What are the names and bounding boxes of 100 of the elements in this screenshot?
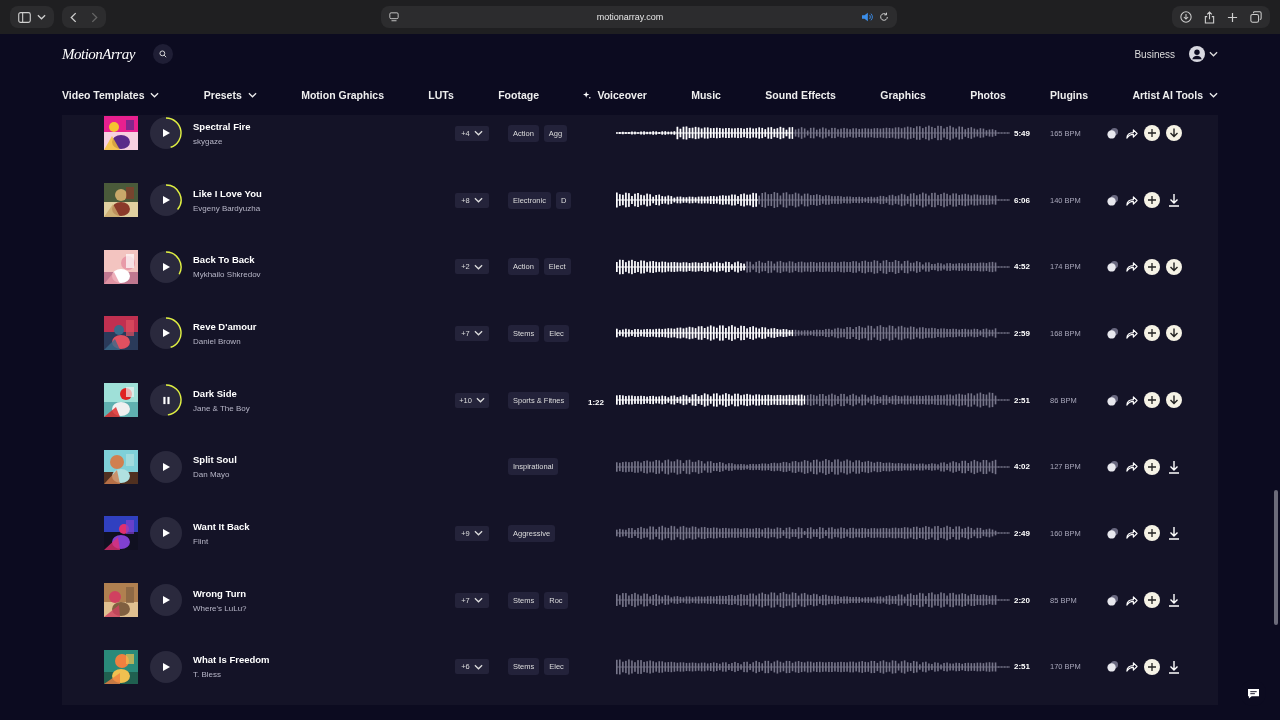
scrollbar[interactable] <box>1274 490 1278 625</box>
share-icon[interactable] <box>1125 526 1138 540</box>
waveform[interactable] <box>616 390 1010 411</box>
add-button[interactable] <box>1144 525 1160 542</box>
play-button[interactable] <box>150 250 182 283</box>
artist-name[interactable]: Daniel Brown <box>193 336 455 346</box>
artist-name[interactable]: Where's LuLu? <box>193 603 455 613</box>
stems-icon[interactable] <box>1106 260 1119 274</box>
share-icon[interactable] <box>1125 326 1138 340</box>
new-tab-icon[interactable] <box>1227 11 1238 23</box>
play-button[interactable] <box>150 450 182 483</box>
add-button[interactable] <box>1144 592 1160 609</box>
track-duration: 5:49 <box>1014 128 1031 138</box>
download-button[interactable] <box>1166 458 1182 475</box>
stems-icon[interactable] <box>1106 393 1119 407</box>
track-title[interactable]: Want It Back <box>193 520 455 532</box>
waveform[interactable] <box>616 323 1010 344</box>
play-button[interactable] <box>150 184 182 217</box>
download-button[interactable] <box>1166 392 1182 409</box>
add-button[interactable] <box>1144 325 1160 342</box>
play-button[interactable] <box>150 650 182 683</box>
search-icon <box>158 50 167 58</box>
chevron-icon <box>473 597 483 604</box>
stems-icon[interactable] <box>1106 526 1119 540</box>
play-button[interactable] <box>150 517 182 550</box>
download-button[interactable] <box>1166 592 1182 609</box>
speaker-icon[interactable] <box>861 12 873 22</box>
artist-name[interactable]: Mykhailo Shkredov <box>193 270 455 280</box>
share-icon[interactable] <box>1125 660 1138 674</box>
track-title[interactable]: Reve D'amour <box>193 320 455 332</box>
nav-item[interactable]: Presets <box>203 88 257 101</box>
nav-item[interactable]: Footage <box>498 88 540 101</box>
nav-item[interactable]: Music <box>691 88 721 101</box>
stems-icon[interactable] <box>1106 660 1119 674</box>
download-button[interactable] <box>1166 192 1182 209</box>
track-title[interactable]: Dark Side <box>193 387 455 399</box>
download-icon[interactable] <box>1180 11 1192 23</box>
progress-arc <box>165 117 182 149</box>
track-title[interactable]: Like I Love You <box>193 187 455 199</box>
waveform[interactable] <box>616 190 1010 211</box>
stems-icon[interactable] <box>1106 126 1119 140</box>
address-bar[interactable]: motionarray.com <box>381 6 897 28</box>
share-icon[interactable] <box>1125 393 1138 407</box>
artist-name[interactable]: Jane & The Boy <box>193 403 455 413</box>
stems-icon[interactable] <box>1106 193 1119 207</box>
add-button[interactable] <box>1144 458 1160 475</box>
artist-name[interactable]: skygaze <box>193 136 455 146</box>
nav-item[interactable]: Artist AI Tools <box>1132 88 1218 101</box>
chevron-icon <box>473 197 483 204</box>
share-icon[interactable] <box>1204 10 1215 24</box>
nav-item[interactable]: Graphics <box>880 88 926 101</box>
share-icon[interactable] <box>1125 593 1138 607</box>
track-title[interactable]: Back To Back <box>193 254 455 266</box>
add-button[interactable] <box>1144 392 1160 409</box>
add-button[interactable] <box>1144 125 1160 142</box>
artist-name[interactable]: Flint <box>193 536 455 546</box>
track-title[interactable]: Wrong Turn <box>193 587 455 599</box>
chevron-icon <box>1209 51 1218 57</box>
stems-icon[interactable] <box>1106 460 1119 474</box>
artist-name[interactable]: Dan Mayo <box>193 470 455 480</box>
nav-item[interactable]: Motion Graphics <box>301 88 384 101</box>
stems-icon[interactable] <box>1106 326 1119 340</box>
track-title[interactable]: What Is Freedom <box>193 654 455 666</box>
download-button[interactable] <box>1166 125 1182 142</box>
nav-item[interactable]: Photos <box>970 88 1006 101</box>
add-button[interactable] <box>1144 192 1160 209</box>
back-icon[interactable] <box>70 11 77 23</box>
track-title[interactable]: Spectral Fire <box>193 120 455 132</box>
stems-icon[interactable] <box>1106 593 1119 607</box>
download-button[interactable] <box>1166 325 1182 342</box>
reload-icon[interactable] <box>879 12 889 22</box>
share-icon[interactable] <box>1125 460 1138 474</box>
download-button[interactable] <box>1166 525 1182 542</box>
play-button[interactable] <box>150 317 182 350</box>
search-button[interactable] <box>152 44 173 64</box>
nav-item[interactable]: Sound Effects <box>765 88 836 101</box>
site-logo[interactable]: MotionArray <box>62 45 135 63</box>
add-button[interactable] <box>1144 658 1160 675</box>
nav-item[interactable]: Voiceover <box>583 88 647 101</box>
sidebar-toggle-button[interactable] <box>10 6 54 28</box>
chevron-icon <box>473 530 483 537</box>
nav-item[interactable]: Video Templates <box>62 88 160 101</box>
business-link[interactable]: Business <box>1134 48 1175 60</box>
play-button[interactable] <box>150 117 182 150</box>
page-settings-icon[interactable] <box>389 12 399 22</box>
track-title[interactable]: Split Soul <box>193 454 455 466</box>
artist-name[interactable]: T. Bless <box>193 670 455 680</box>
tabs-overview-icon[interactable] <box>1250 11 1262 23</box>
nav-item[interactable]: Plugins <box>1050 88 1089 101</box>
add-button[interactable] <box>1144 258 1160 275</box>
download-button[interactable] <box>1166 658 1182 675</box>
share-icon[interactable] <box>1125 126 1138 140</box>
play-button[interactable] <box>150 584 182 617</box>
account-menu-button[interactable] <box>1189 46 1218 62</box>
share-icon[interactable] <box>1125 193 1138 207</box>
pause-button[interactable] <box>150 384 182 417</box>
download-button[interactable] <box>1166 258 1182 275</box>
share-icon[interactable] <box>1125 260 1138 274</box>
nav-item[interactable]: LUTs <box>428 88 454 101</box>
artist-name[interactable]: Evgeny Bardyuzha <box>193 203 455 213</box>
